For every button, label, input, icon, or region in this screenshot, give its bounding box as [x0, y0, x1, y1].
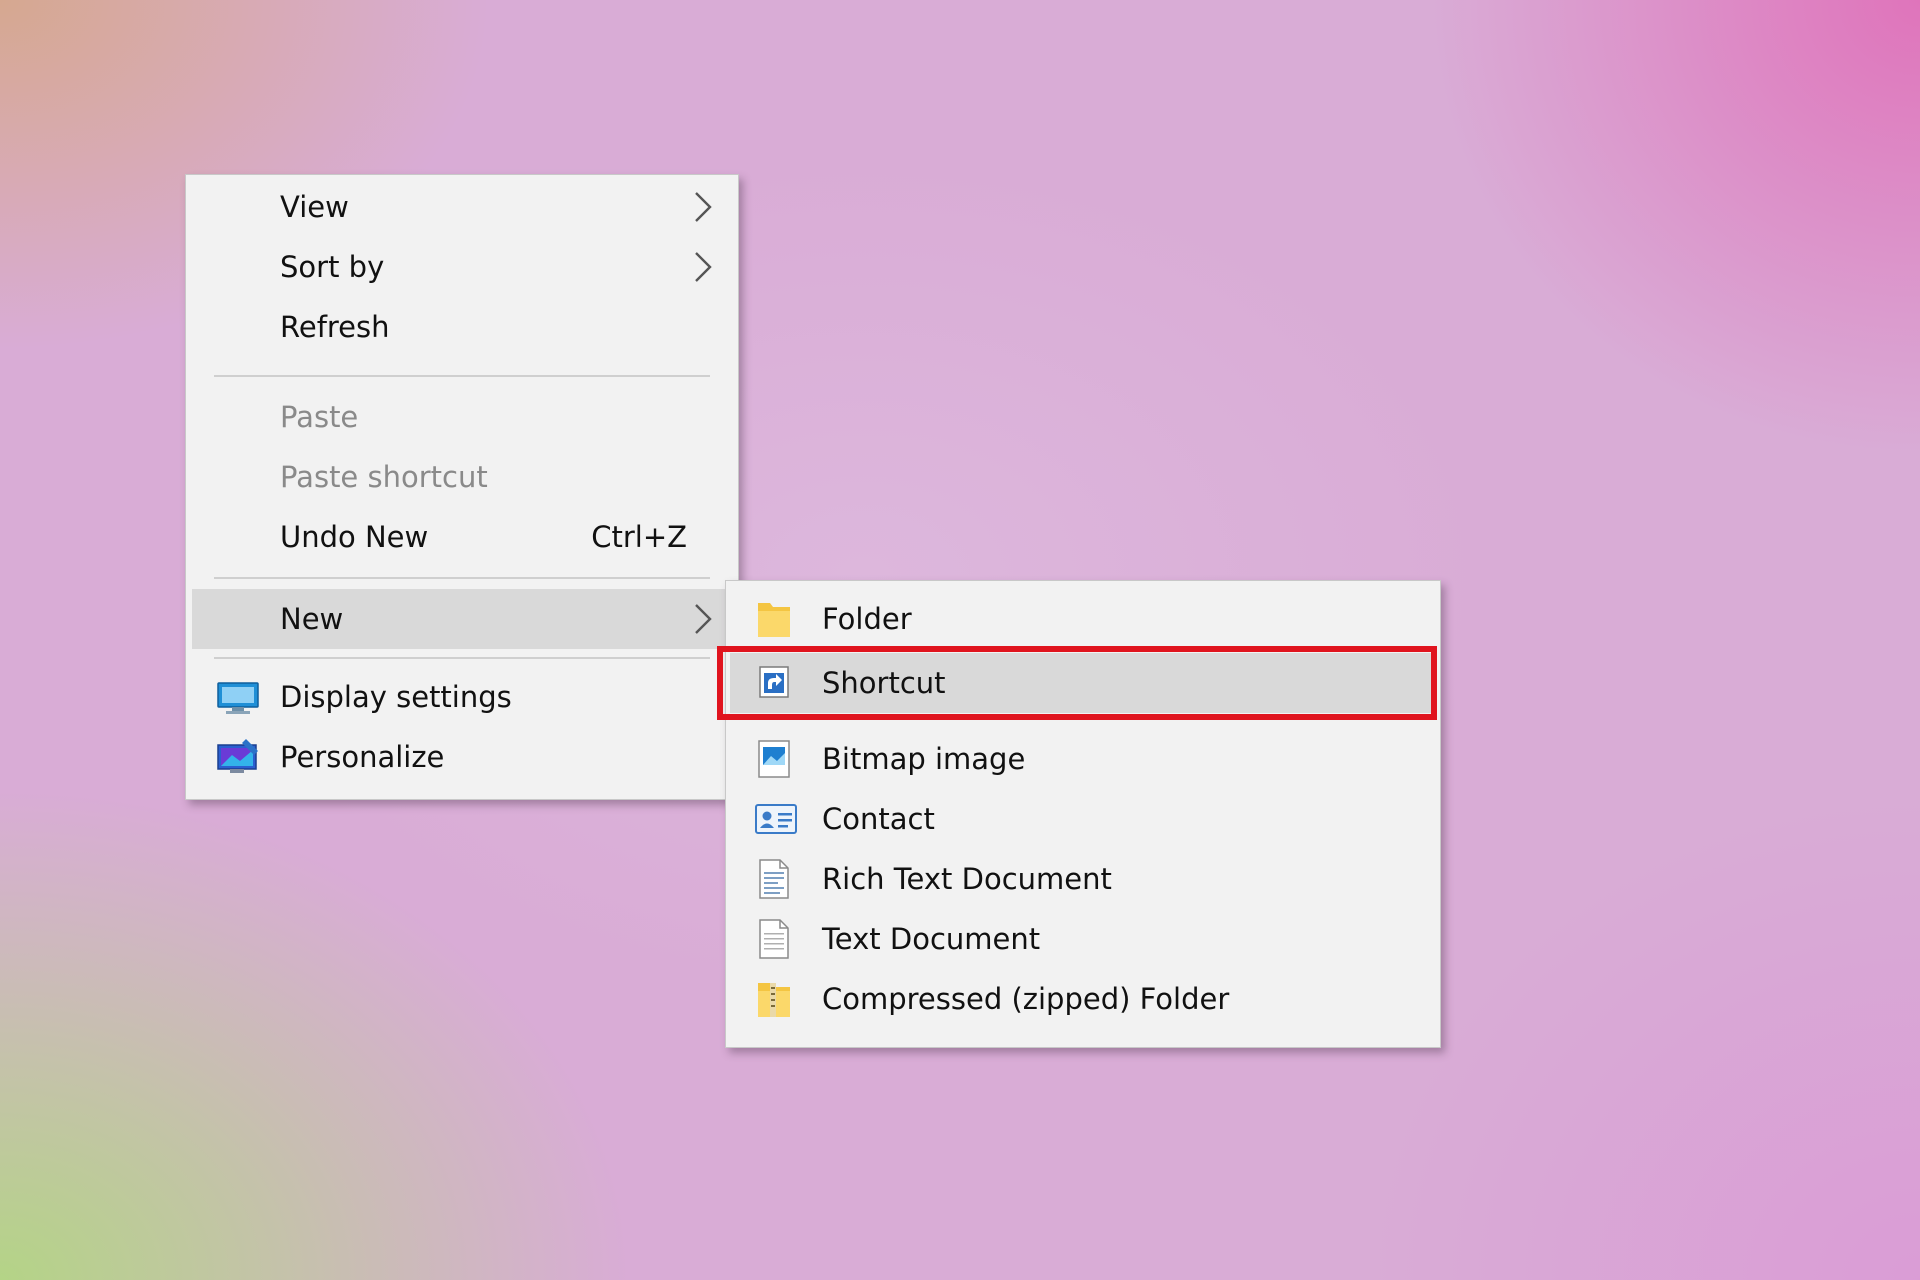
menu-item-sort-by[interactable]: Sort by — [192, 239, 732, 295]
submenu-item-text-document[interactable]: Text Document — [730, 911, 1436, 967]
menu-item-view-label: View — [280, 190, 349, 224]
menu-item-refresh[interactable]: Refresh — [192, 299, 732, 355]
chevron-right-icon — [695, 252, 712, 282]
menu-item-display-settings[interactable]: Display settings — [192, 669, 732, 725]
chevron-right-icon — [695, 604, 712, 634]
submenu-item-folder[interactable]: Folder — [730, 591, 1436, 647]
submenu-item-rich-text-document-label: Rich Text Document — [822, 862, 1112, 896]
zipped-folder-icon — [758, 983, 790, 1017]
submenu-item-shortcut-label: Shortcut — [822, 666, 946, 700]
submenu-item-bitmap-image-label: Bitmap image — [822, 742, 1026, 776]
submenu-item-compressed-folder[interactable]: Compressed (zipped) Folder — [730, 971, 1436, 1027]
submenu-item-shortcut[interactable]: Shortcut — [730, 653, 1436, 713]
rich-text-document-icon — [759, 859, 789, 899]
menu-item-undo-new-shortcut: Ctrl+Z — [591, 520, 687, 554]
text-document-icon — [759, 919, 789, 959]
menu-item-paste-label: Paste — [280, 400, 359, 434]
menu-separator — [214, 375, 710, 377]
menu-item-paste-shortcut-label: Paste shortcut — [280, 460, 488, 494]
submenu-item-bitmap-image[interactable]: Bitmap image — [730, 731, 1436, 787]
submenu-item-rich-text-document[interactable]: Rich Text Document — [730, 851, 1436, 907]
monitor-icon — [217, 682, 259, 714]
submenu-item-contact-label: Contact — [822, 802, 935, 836]
desktop-context-menu: View Sort by Refresh Paste Paste shortcu… — [185, 174, 739, 800]
shortcut-arrow-icon — [759, 666, 789, 698]
contact-card-icon — [755, 804, 797, 834]
menu-item-undo-new-label: Undo New — [280, 520, 429, 554]
new-submenu: Folder Shortcut Bitmap image Contact Ric… — [725, 580, 1441, 1048]
menu-item-sort-by-label: Sort by — [280, 250, 385, 284]
menu-item-view[interactable]: View — [192, 179, 732, 235]
menu-item-refresh-label: Refresh — [280, 310, 390, 344]
menu-item-display-settings-label: Display settings — [280, 680, 512, 714]
submenu-item-contact[interactable]: Contact — [730, 791, 1436, 847]
personalize-icon — [217, 739, 258, 773]
submenu-item-folder-label: Folder — [822, 602, 912, 636]
menu-item-paste-shortcut: Paste shortcut — [192, 449, 732, 505]
bitmap-image-icon — [758, 740, 790, 778]
menu-separator — [214, 657, 710, 659]
folder-icon — [758, 603, 790, 637]
menu-item-personalize-label: Personalize — [280, 740, 445, 774]
menu-item-new-label: New — [280, 602, 344, 636]
menu-item-new[interactable]: New — [192, 589, 732, 649]
menu-item-undo-new[interactable]: Undo New Ctrl+Z — [192, 509, 732, 565]
chevron-right-icon — [695, 192, 712, 222]
menu-separator — [214, 577, 710, 579]
menu-item-paste: Paste — [192, 389, 732, 445]
menu-item-personalize[interactable]: Personalize — [192, 729, 732, 785]
submenu-item-compressed-folder-label: Compressed (zipped) Folder — [822, 982, 1230, 1016]
desktop-background[interactable]: View Sort by Refresh Paste Paste shortcu… — [0, 0, 1920, 1280]
submenu-item-text-document-label: Text Document — [822, 922, 1041, 956]
